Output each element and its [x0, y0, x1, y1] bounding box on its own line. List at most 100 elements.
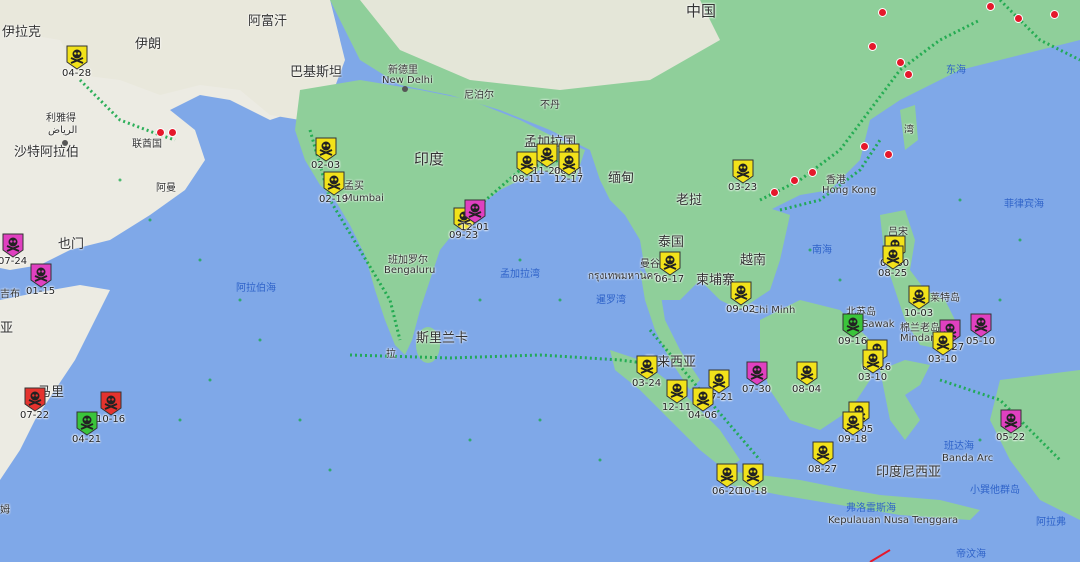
skull-crossbones-icon	[659, 251, 681, 276]
incident-date-label: 08-27	[808, 464, 838, 475]
label-laos: 老挝	[676, 193, 703, 208]
skull-crossbones-icon	[1000, 409, 1022, 434]
map-viewport[interactable]: 伊拉克 伊朗 阿富汗 中国 巴基斯坦 新德里 New Delhi 尼泊尔 不丹 …	[0, 0, 1080, 562]
label-oman: 阿曼	[156, 183, 176, 194]
incident-marker[interactable]: 07-30	[742, 360, 772, 395]
incident-date-label: 09-16	[838, 336, 868, 347]
incident-date-label: 07-24	[0, 256, 28, 267]
port-dot[interactable]	[1050, 10, 1059, 19]
incident-marker[interactable]: 07-22	[20, 386, 49, 421]
skull-crossbones-icon	[558, 151, 580, 176]
label-thailand: 泰国	[658, 235, 685, 250]
incident-marker[interactable]: 03-10	[858, 348, 888, 383]
port-dot[interactable]	[878, 8, 887, 17]
port-dot[interactable]	[860, 142, 869, 151]
incident-marker[interactable]: 10-16	[96, 390, 125, 425]
label-gulf-thailand: 暹罗湾	[596, 295, 626, 306]
label-leyte: 莱特岛	[930, 293, 960, 304]
incident-marker[interactable]: 05-10	[966, 312, 995, 347]
incident-date-label: 02-19	[319, 194, 349, 205]
port-dot[interactable]	[808, 168, 817, 177]
label-iraq: 伊拉克	[2, 25, 42, 40]
port-dot[interactable]	[884, 150, 893, 159]
port-dot[interactable]	[986, 2, 995, 11]
incident-marker[interactable]: 12-17	[554, 150, 584, 185]
incident-marker[interactable]: 09-16	[838, 312, 868, 347]
incident-marker[interactable]: 10-03	[904, 284, 933, 319]
label-iran: 伊朗	[135, 37, 162, 52]
incident-date-label: 09-02	[726, 304, 756, 315]
label-myanmar: 缅甸	[608, 171, 635, 186]
skull-crossbones-icon	[30, 263, 52, 288]
incident-marker[interactable]: 04-28	[62, 44, 91, 79]
skull-crossbones-icon	[315, 137, 337, 162]
label-bengaluru-en: Bengaluru	[384, 265, 436, 276]
incident-date-label: 09-18	[838, 434, 868, 445]
skull-crossbones-icon	[716, 463, 738, 488]
label-afghanistan: 阿富汗	[248, 14, 288, 29]
incident-date-label: 03-10	[858, 372, 888, 383]
skull-crossbones-icon	[66, 45, 88, 70]
skull-crossbones-icon	[692, 387, 714, 412]
skull-crossbones-icon	[882, 245, 904, 270]
skull-crossbones-icon	[862, 349, 884, 374]
incident-marker[interactable]: 01-15	[26, 262, 55, 297]
incident-marker[interactable]: 05-22	[996, 408, 1025, 443]
incident-marker[interactable]: 06-17	[655, 250, 685, 285]
incident-date-label: 12-01	[460, 222, 490, 233]
skull-crossbones-icon	[24, 387, 46, 412]
label-newdelhi-en: New Delhi	[382, 75, 433, 86]
label-nepal: 尼泊尔	[464, 90, 494, 101]
incident-marker[interactable]: 02-19	[319, 170, 349, 205]
incident-marker[interactable]: 06-20	[712, 462, 742, 497]
port-dot[interactable]	[1014, 14, 1023, 23]
incident-marker[interactable]: 09-02	[726, 280, 756, 315]
incident-date-label: 12-17	[554, 174, 584, 185]
incident-date-label: 08-25	[878, 268, 908, 279]
incident-date-label: 06-20	[712, 486, 742, 497]
incident-marker[interactable]: 02-03	[311, 136, 340, 171]
incident-marker[interactable]: 08-27	[808, 440, 838, 475]
incident-marker[interactable]: 09-18	[838, 410, 868, 445]
label-brunei: Sawak	[862, 319, 895, 330]
label-hochiminh: Chi Minh	[752, 305, 796, 316]
label-srilanka-sea: 拉	[386, 349, 396, 360]
port-dot[interactable]	[868, 42, 877, 51]
port-dot[interactable]	[770, 188, 779, 197]
label-riyadh-ar: الرياض	[48, 125, 78, 136]
incident-date-label: 12-11	[662, 402, 692, 413]
incident-date-label: 03-10	[928, 354, 958, 365]
port-dot[interactable]	[156, 128, 165, 137]
incident-marker[interactable]: 08-25	[878, 244, 908, 279]
skull-crossbones-icon	[908, 285, 930, 310]
incident-marker[interactable]: 12-11	[662, 378, 692, 413]
label-nusa-cn: 小巽他群岛	[970, 485, 1020, 496]
incident-date-label: 03-24	[632, 378, 662, 389]
incident-marker[interactable]: 03-10	[928, 330, 958, 365]
port-dot[interactable]	[896, 58, 905, 67]
label-taiwan: 湾	[904, 125, 914, 136]
skull-crossbones-icon	[842, 411, 864, 436]
incident-marker[interactable]: 10-18	[738, 462, 767, 497]
port-dot[interactable]	[168, 128, 177, 137]
skull-crossbones-icon	[323, 171, 345, 196]
incident-date-label: 08-04	[792, 384, 822, 395]
port-dot[interactable]	[904, 70, 913, 79]
incident-marker[interactable]: 08-04	[792, 360, 822, 395]
incident-marker[interactable]: 12-01	[460, 198, 490, 233]
skull-crossbones-icon	[636, 355, 658, 380]
label-nusa-en: Kepulauan Nusa Tenggara	[828, 515, 959, 526]
incident-marker[interactable]: 04-21	[72, 410, 101, 445]
incident-marker[interactable]: 04-06	[688, 386, 718, 421]
incident-marker[interactable]: 03-23	[728, 158, 757, 193]
incident-date-label: 06-17	[655, 274, 685, 285]
incident-marker[interactable]: 07-24	[0, 232, 28, 267]
label-uae: 联酋国	[132, 139, 162, 150]
incident-marker[interactable]: 03-24	[632, 354, 662, 389]
port-dot[interactable]	[790, 176, 799, 185]
skull-crossbones-icon	[796, 361, 818, 386]
label-bangkok-th: กรุงเทพมหานคร	[588, 271, 659, 282]
incident-date-label: 04-06	[688, 410, 718, 421]
skull-crossbones-icon	[732, 159, 754, 184]
incident-date-label: 07-30	[742, 384, 772, 395]
